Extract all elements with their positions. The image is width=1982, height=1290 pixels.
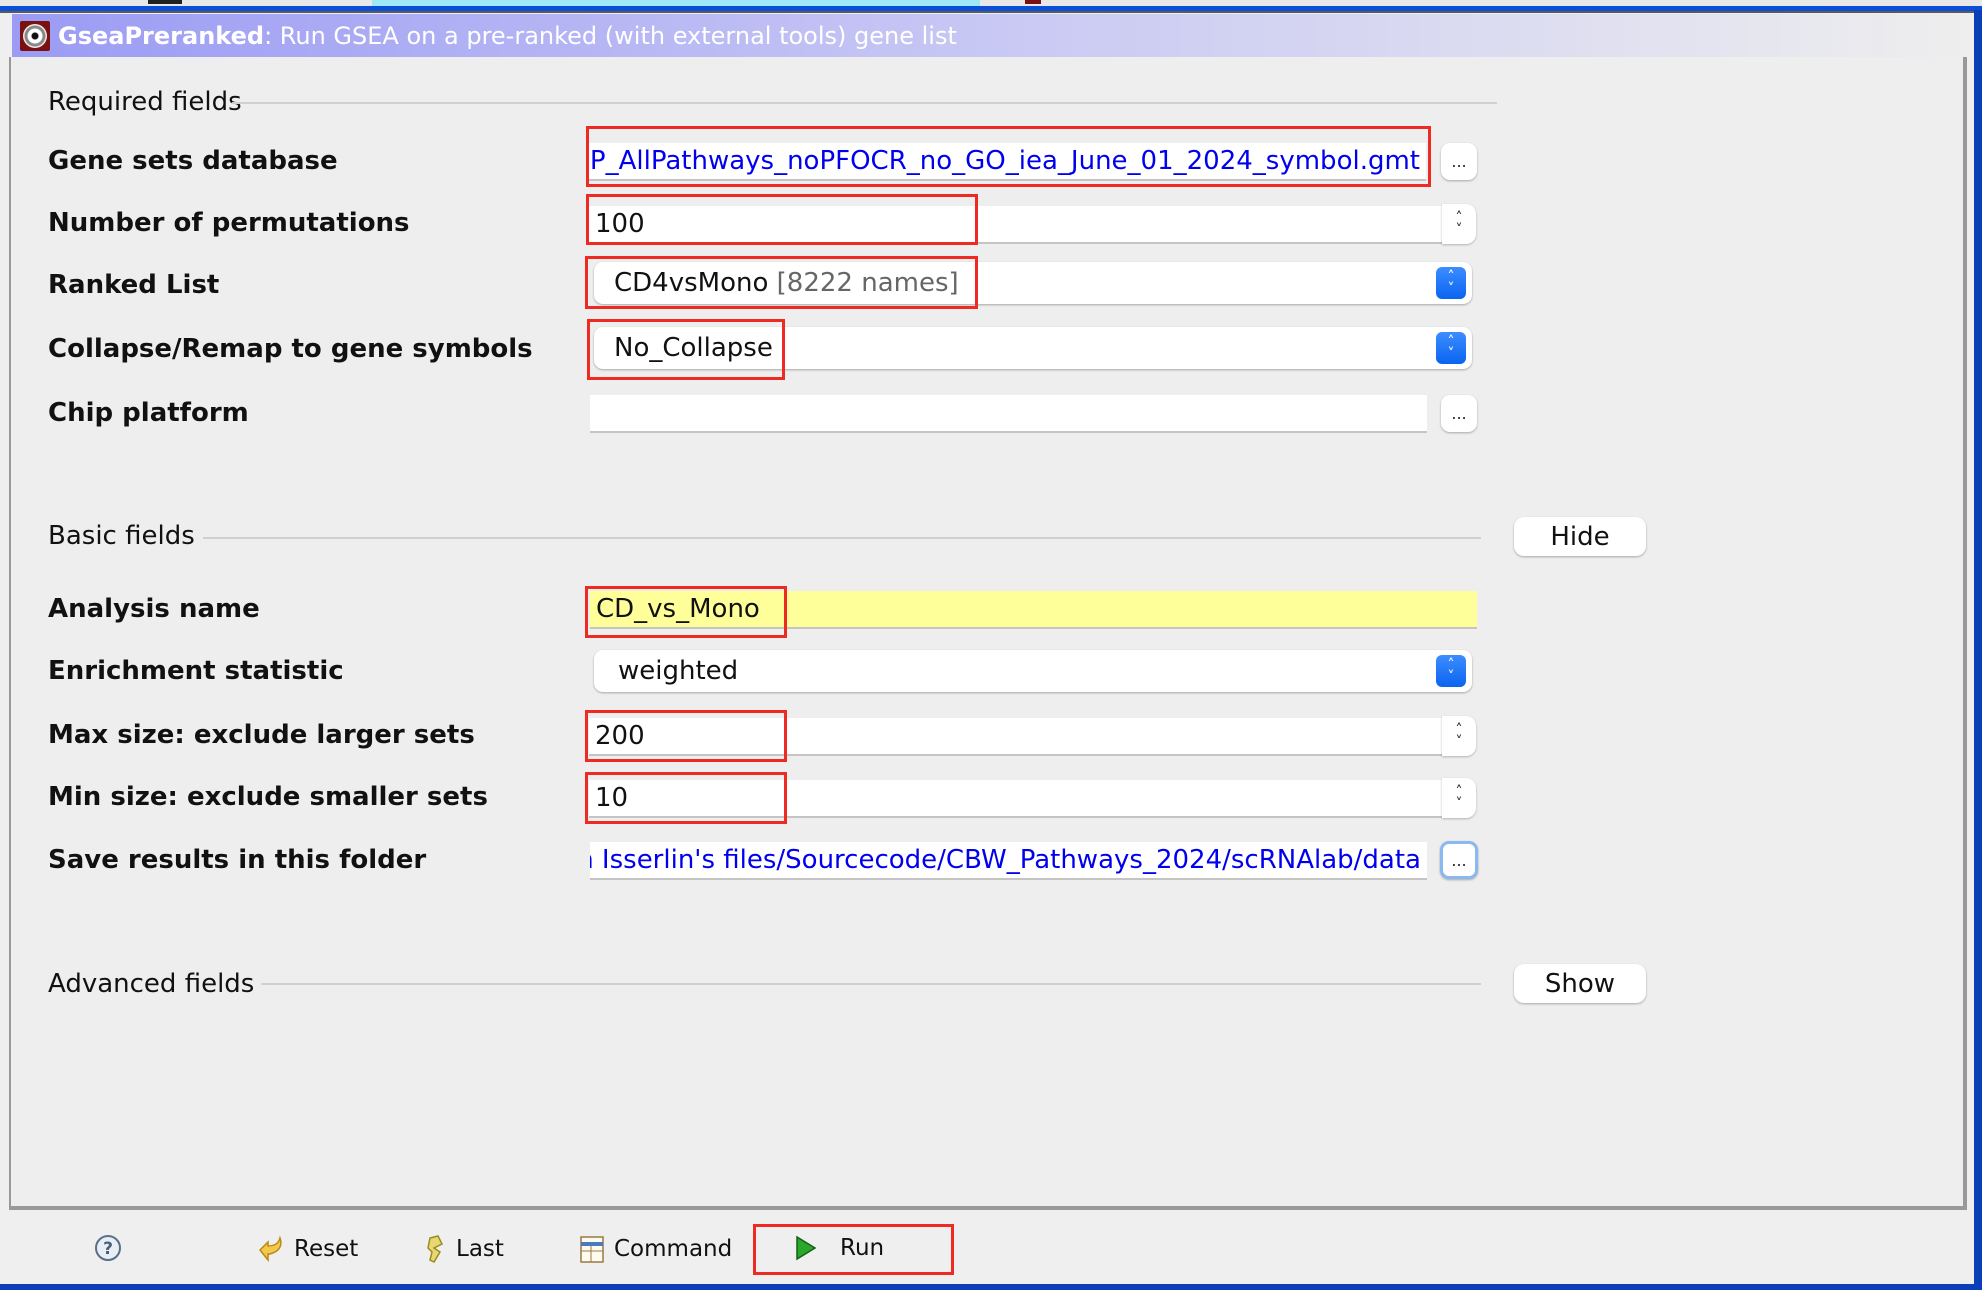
play-icon (794, 1234, 818, 1262)
max-size-spinner[interactable]: 200 ˄ ˅ (589, 716, 1476, 756)
permutations-input[interactable]: 100 (589, 206, 1446, 244)
spinner-arrows-icon[interactable]: ˄ ˅ (1442, 204, 1476, 244)
reset-label: Reset (294, 1236, 359, 1262)
label-ranked-list: Ranked List (48, 270, 220, 300)
browse-gene-sets-button[interactable]: ... (1441, 143, 1477, 180)
command-label: Command (614, 1236, 733, 1262)
enrichment-statistic-value: weighted (618, 656, 739, 686)
label-analysis-name: Analysis name (48, 594, 260, 624)
browse-chip-platform-button[interactable]: ... (1441, 395, 1477, 432)
gene-sets-database-value: BP_AllPathways_noPFOCR_no_GO_iea_June_01… (589, 146, 1420, 176)
window-frame-divider (0, 11, 1982, 13)
spinner-arrows-icon[interactable]: ˄ ˅ (1442, 716, 1476, 756)
command-button[interactable]: Command (578, 1234, 732, 1264)
max-size-input[interactable]: 200 (589, 718, 1446, 756)
last-label: Last (456, 1236, 504, 1262)
label-chip-platform: Chip platform (48, 398, 249, 428)
reset-arrow-icon (256, 1234, 286, 1264)
label-collapse-remap: Collapse/Remap to gene symbols (48, 334, 533, 364)
command-document-icon (578, 1234, 606, 1264)
ranked-list-value: CD4vsMono (614, 268, 769, 298)
ranked-list-count: [8222 names] (776, 268, 959, 298)
last-icon (424, 1234, 448, 1264)
gear-icon (20, 20, 50, 51)
chevron-up-down-icon[interactable]: ˄ ˅ (1436, 267, 1466, 299)
tool-description: : Run GSEA on a pre-ranked (with externa… (264, 21, 957, 50)
chevron-up-down-icon[interactable]: ˄ ˅ (1436, 332, 1466, 364)
collapse-value: No_Collapse (614, 333, 773, 363)
help-icon: ? (94, 1234, 122, 1268)
title-bar: GseaPreranked: Run GSEA on a pre-ranked … (12, 14, 1970, 57)
tool-name: GseaPreranked (58, 21, 265, 50)
section-title-basic: Basic fields (48, 521, 195, 551)
save-folder-field[interactable]: n Isserlin's files/Sourcecode/CBW_Pathwa… (590, 842, 1427, 880)
hide-basic-fields-button[interactable]: Hide (1514, 517, 1646, 556)
label-number-of-permutations: Number of permutations (48, 208, 410, 238)
run-label: Run (840, 1235, 885, 1261)
min-size-spinner[interactable]: 10 ˄ ˅ (589, 778, 1476, 818)
tab-thumbnail (148, 0, 182, 4)
section-separator (261, 983, 1481, 985)
window-frame-bottom (0, 1284, 1982, 1290)
label-gene-sets-database: Gene sets database (48, 146, 338, 176)
show-advanced-fields-button[interactable]: Show (1514, 964, 1646, 1003)
section-separator (203, 537, 1481, 539)
chip-platform-field[interactable] (590, 395, 1427, 433)
analysis-name-input[interactable]: CD_vs_Mono (590, 591, 1477, 629)
run-button[interactable]: Run (794, 1234, 884, 1262)
permutations-spinner[interactable]: 100 ˄ ˅ (589, 204, 1476, 244)
svg-text:?: ? (103, 1239, 113, 1259)
save-folder-value: n Isserlin's files/Sourcecode/CBW_Pathwa… (590, 845, 1421, 875)
gene-sets-database-field[interactable]: BP_AllPathways_noPFOCR_no_GO_iea_June_01… (589, 143, 1426, 181)
chevron-up-down-icon[interactable]: ˄ ˅ (1436, 655, 1466, 687)
window-title: GseaPreranked: Run GSEA on a pre-ranked … (58, 22, 957, 50)
spinner-arrows-icon[interactable]: ˄ ˅ (1442, 778, 1476, 818)
tab-thumbnail (1025, 0, 1041, 4)
section-title-advanced: Advanced fields (48, 969, 255, 999)
collapse-dropdown[interactable]: No_Collapse ˄ ˅ (594, 327, 1472, 369)
label-enrichment-statistic: Enrichment statistic (48, 656, 344, 686)
ranked-list-dropdown[interactable]: CD4vsMono [8222 names] ˄ ˅ (594, 262, 1472, 304)
help-button[interactable]: ? (94, 1234, 122, 1268)
reset-button[interactable]: Reset (256, 1234, 358, 1264)
browse-save-folder-button[interactable]: ... (1440, 841, 1478, 879)
enrichment-statistic-dropdown[interactable]: weighted ˄ ˅ (594, 650, 1472, 692)
last-button[interactable]: Last (424, 1234, 504, 1264)
label-min-size: Min size: exclude smaller sets (48, 782, 488, 812)
section-separator (232, 102, 1497, 104)
label-max-size: Max size: exclude larger sets (48, 720, 475, 750)
section-title-required: Required fields (48, 87, 242, 117)
label-save-results-folder: Save results in this folder (48, 845, 427, 875)
window-frame-right (1974, 10, 1982, 1290)
min-size-input[interactable]: 10 (589, 780, 1446, 818)
